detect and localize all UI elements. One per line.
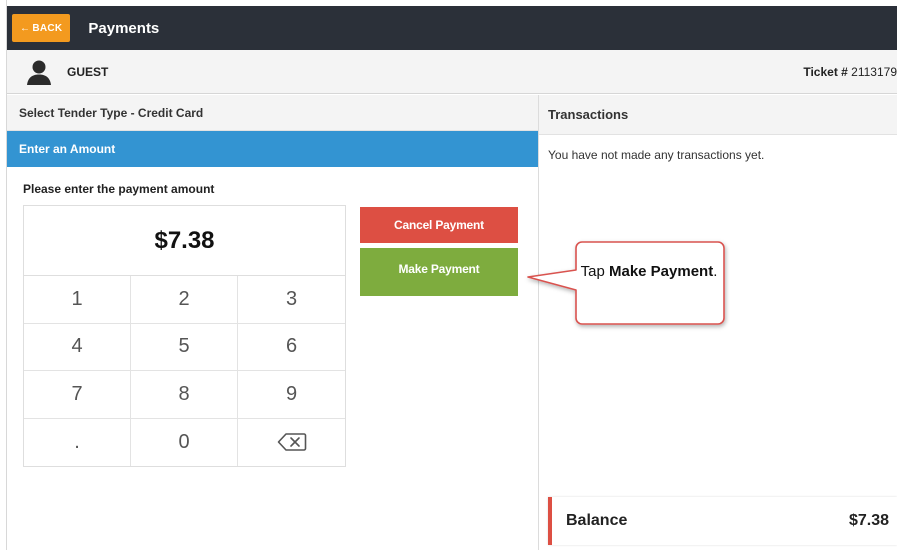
backspace-icon	[277, 433, 306, 452]
enter-amount-header: Enter an Amount	[7, 131, 538, 167]
payment-panel: Select Tender Type - Credit Card Enter a…	[7, 95, 538, 550]
ticket-number: Ticket # 2113179	[803, 65, 897, 79]
callout-bubble	[527, 241, 725, 325]
guest-name: GUEST	[67, 65, 109, 79]
back-button[interactable]: ← BACK	[12, 14, 71, 42]
key-9[interactable]: 9	[238, 371, 345, 419]
amount-display: $7.38	[24, 206, 345, 276]
transactions-header: Transactions	[539, 95, 897, 135]
guest-bar: GUEST Ticket # 2113179	[7, 50, 897, 94]
transactions-title: Transactions	[548, 107, 629, 122]
tender-type-label: Select Tender Type - Credit Card	[19, 106, 204, 120]
key-5[interactable]: 5	[131, 323, 238, 371]
key-decimal[interactable]: .	[24, 418, 131, 466]
window-edge	[0, 0, 7, 550]
callout-text: Tap Make Payment.	[575, 262, 723, 281]
key-7[interactable]: 7	[24, 371, 131, 419]
amount-prompt: Please enter the payment amount	[23, 182, 215, 196]
user-avatar-icon	[27, 60, 51, 85]
callout-prefix: Tap	[580, 263, 609, 280]
key-4[interactable]: 4	[24, 323, 131, 371]
balance-value: $7.38	[848, 512, 889, 529]
make-payment-button[interactable]: Make Payment	[360, 248, 518, 296]
balance-card: Balance $7.38	[548, 497, 897, 545]
key-6[interactable]: 6	[238, 324, 345, 371]
key-2[interactable]: 2	[131, 276, 238, 324]
key-3[interactable]: 3	[238, 276, 345, 324]
page-title: Payments	[88, 19, 160, 37]
callout-bold: Make Payment	[608, 263, 714, 280]
key-8[interactable]: 8	[131, 371, 238, 419]
cancel-payment-button[interactable]: Cancel Payment	[360, 207, 518, 243]
top-bar: ← BACK Payments	[7, 6, 897, 50]
arrow-left-icon: ←	[20, 22, 31, 34]
keypad: $7.38 1 2 3 4 5 6 7 8 9 . 0	[23, 205, 346, 467]
no-transactions-message: You have not made any transactions yet.	[548, 148, 765, 162]
key-0[interactable]: 0	[131, 418, 238, 466]
callout-suffix: .	[713, 263, 718, 280]
ticket-value: 2113179	[851, 65, 897, 79]
key-backspace[interactable]	[238, 419, 345, 467]
tender-type-row[interactable]: Select Tender Type - Credit Card	[7, 95, 538, 131]
ticket-label: Ticket #	[803, 65, 848, 79]
key-1[interactable]: 1	[24, 276, 131, 324]
keypad-keys: 1 2 3 4 5 6 7 8 9 . 0	[24, 276, 345, 466]
enter-amount-label: Enter an Amount	[19, 142, 116, 156]
back-label: BACK	[32, 22, 63, 34]
balance-label: Balance	[566, 512, 628, 529]
